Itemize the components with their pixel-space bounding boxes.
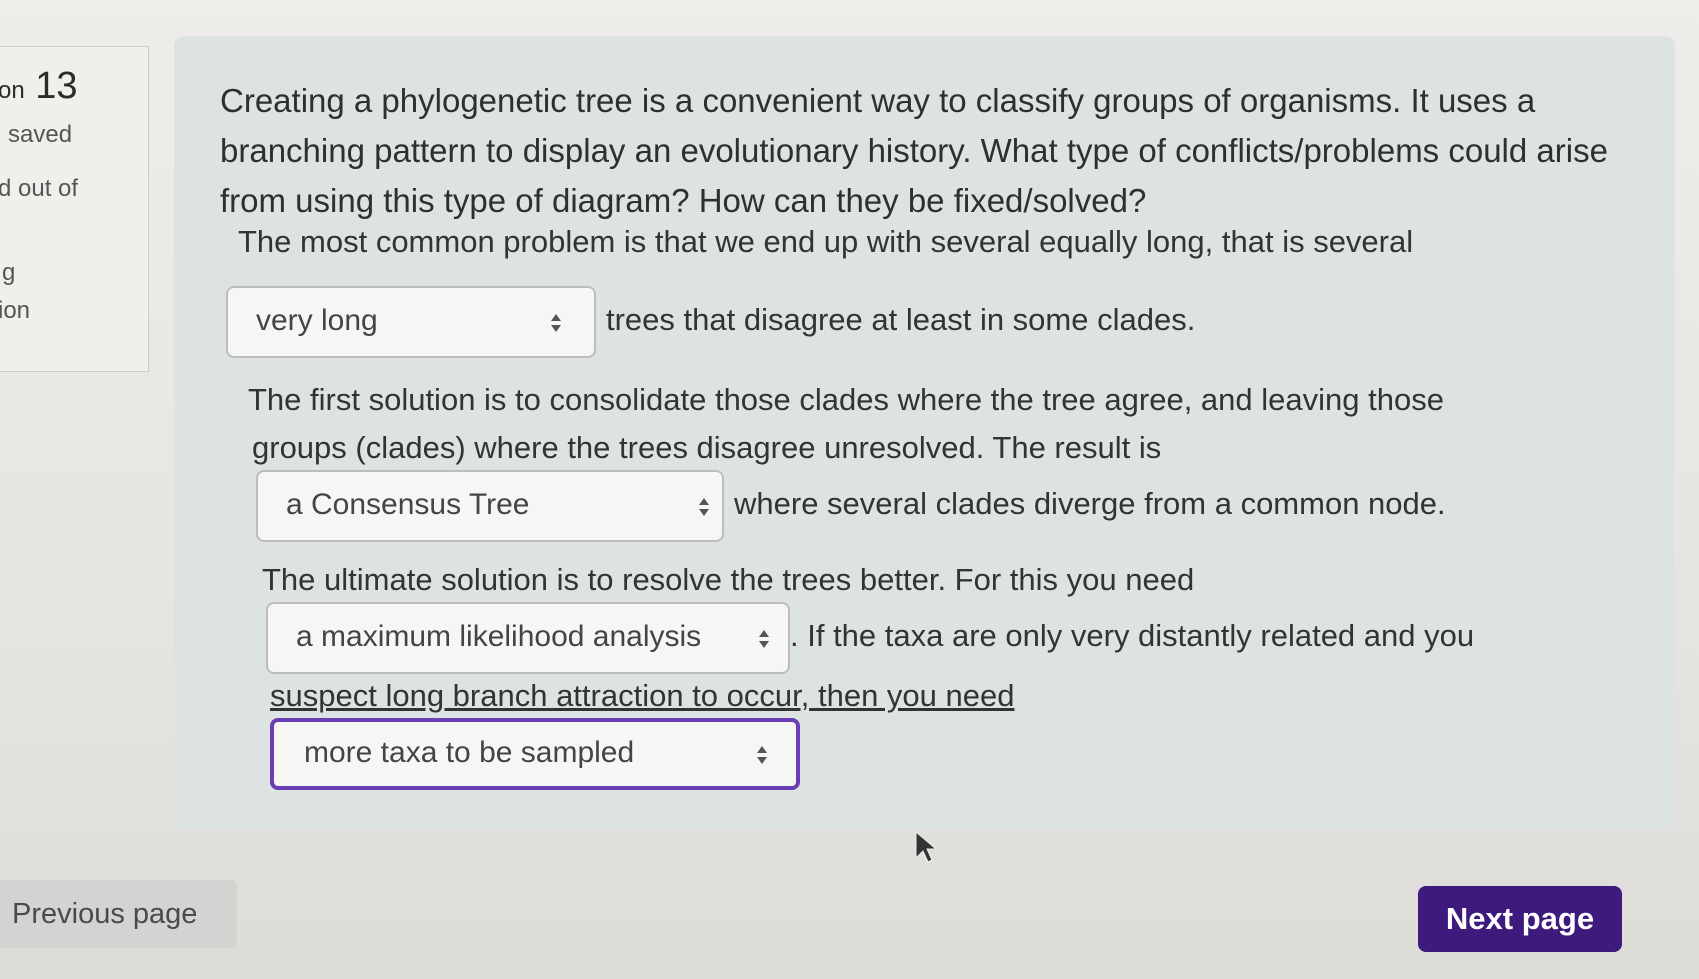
previous-page-button[interactable]: Previous page (0, 880, 237, 948)
question-number-value: 13 (35, 65, 78, 107)
answer-status: saved (8, 121, 73, 148)
select-tree-length[interactable]: very long (226, 286, 596, 358)
select-result-tree-value: a Consensus Tree (286, 488, 530, 521)
select-arrows-icon (757, 746, 767, 764)
paragraph-3-after: . If the taxa are only very distantly re… (790, 618, 1475, 653)
select-result-tree[interactable]: a Consensus Tree (256, 470, 724, 542)
question-prompt: Creating a phylogenetic tree is a conven… (220, 82, 1608, 219)
paragraph-3-line1: The ultimate solution is to resolve the … (262, 562, 1195, 597)
paragraph-2-after: where several clades diverge from a comm… (734, 486, 1446, 521)
select-arrows-icon (759, 630, 769, 648)
paragraph-3-line3: suspect long branch attraction to occur,… (270, 678, 1015, 713)
flag-question-line2[interactable]: ion (0, 297, 30, 325)
paragraph-2-line2: groups (clades) where the trees disagree… (252, 430, 1162, 465)
mouse-pointer-icon (915, 830, 938, 863)
question-panel: Creating a phylogenetic tree is a conven… (174, 36, 1675, 830)
select-resolve-method-value: a maximum likelihood analysis (296, 620, 702, 653)
flag-question-line1[interactable]: g (2, 259, 15, 287)
question-number-label: on (0, 77, 25, 104)
paragraph-1-after: trees that disagree at least in some cla… (606, 302, 1196, 337)
question-number: on 13 (0, 65, 78, 108)
question-info-box: on 13 saved d out of g ion (0, 46, 149, 372)
select-long-branch-fix[interactable]: more taxa to be sampled (270, 718, 800, 790)
select-arrows-icon (699, 498, 709, 516)
next-page-button[interactable]: Next page (1418, 886, 1622, 952)
select-arrows-icon (551, 314, 561, 332)
select-long-branch-fix-value: more taxa to be sampled (304, 736, 635, 769)
select-resolve-method[interactable]: a maximum likelihood analysis (266, 602, 790, 674)
select-tree-length-value: very long (256, 304, 378, 337)
question-marks: d out of (0, 175, 79, 202)
paragraph-1-text: The most common problem is that we end u… (238, 224, 1414, 259)
paragraph-2-line1: The first solution is to consolidate tho… (248, 382, 1444, 417)
quiz-page: on 13 saved d out of g ion Creating a ph… (0, 0, 1699, 979)
